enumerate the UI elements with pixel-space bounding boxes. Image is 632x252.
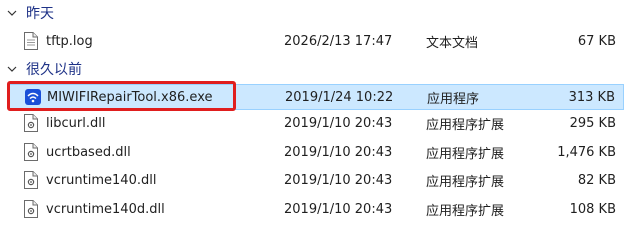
file-row[interactable]: libcurl.dll 2019/1/10 20:43 应用程序扩展 295 K… xyxy=(8,110,624,136)
file-type: 应用程序扩展 xyxy=(426,146,505,162)
group-title: 昨天 xyxy=(26,6,54,22)
file-row[interactable]: ucrtbased.dll 2019/1/10 20:43 应用程序扩展 1,4… xyxy=(8,139,624,165)
file-row[interactable]: vcruntime140d.dll 2019/1/10 20:43 应用程序扩展… xyxy=(8,196,624,222)
text-file-icon xyxy=(24,32,38,50)
file-size: 67 KB xyxy=(577,33,616,49)
wifi-app-icon xyxy=(25,89,41,105)
chevron-down-icon[interactable] xyxy=(4,5,20,21)
file-name: vcruntime140.dll xyxy=(46,172,157,188)
file-type: 应用程序扩展 xyxy=(426,117,505,133)
file-name: tftp.log xyxy=(46,33,93,49)
file-row-selected[interactable]: MIWIFIRepairTool.x86.exe 2019/1/24 10:22… xyxy=(8,84,624,110)
file-date: 2019/1/10 20:43 xyxy=(284,172,393,188)
file-row[interactable]: vcruntime140.dll 2019/1/10 20:43 应用程序扩展 … xyxy=(8,167,624,193)
file-name: MIWIFIRepairTool.x86.exe xyxy=(47,89,213,105)
file-row[interactable]: tftp.log 2026/2/13 17:47 文本文档 67 KB xyxy=(8,28,624,54)
dll-file-icon xyxy=(24,143,38,161)
file-date: 2019/1/10 20:43 xyxy=(284,115,393,131)
file-type: 文本文档 xyxy=(426,35,479,51)
file-type: 应用程序扩展 xyxy=(426,203,505,219)
dll-file-icon xyxy=(24,200,38,218)
file-date: 2019/1/10 20:43 xyxy=(284,144,393,160)
file-size: 313 KB xyxy=(568,89,615,105)
group-title: 很久以前 xyxy=(26,62,82,78)
dll-file-icon xyxy=(24,171,38,189)
file-date: 2019/1/24 10:22 xyxy=(285,89,394,105)
file-name: vcruntime140d.dll xyxy=(46,201,165,217)
file-date: 2026/2/13 17:47 xyxy=(284,33,393,49)
file-name: libcurl.dll xyxy=(46,115,106,131)
group-header-long-ago[interactable]: 很久以前 xyxy=(0,58,82,80)
dll-file-icon xyxy=(24,114,38,132)
file-size: 1,476 KB xyxy=(557,144,616,160)
chevron-down-icon[interactable] xyxy=(4,61,20,77)
file-name: ucrtbased.dll xyxy=(46,144,131,160)
file-size: 108 KB xyxy=(569,201,616,217)
file-type: 应用程序扩展 xyxy=(426,174,505,190)
group-header-yesterday[interactable]: 昨天 xyxy=(0,2,54,24)
file-date: 2019/1/10 20:43 xyxy=(284,201,393,217)
file-type: 应用程序 xyxy=(427,91,480,107)
file-size: 295 KB xyxy=(569,115,616,131)
file-size: 82 KB xyxy=(577,172,616,188)
